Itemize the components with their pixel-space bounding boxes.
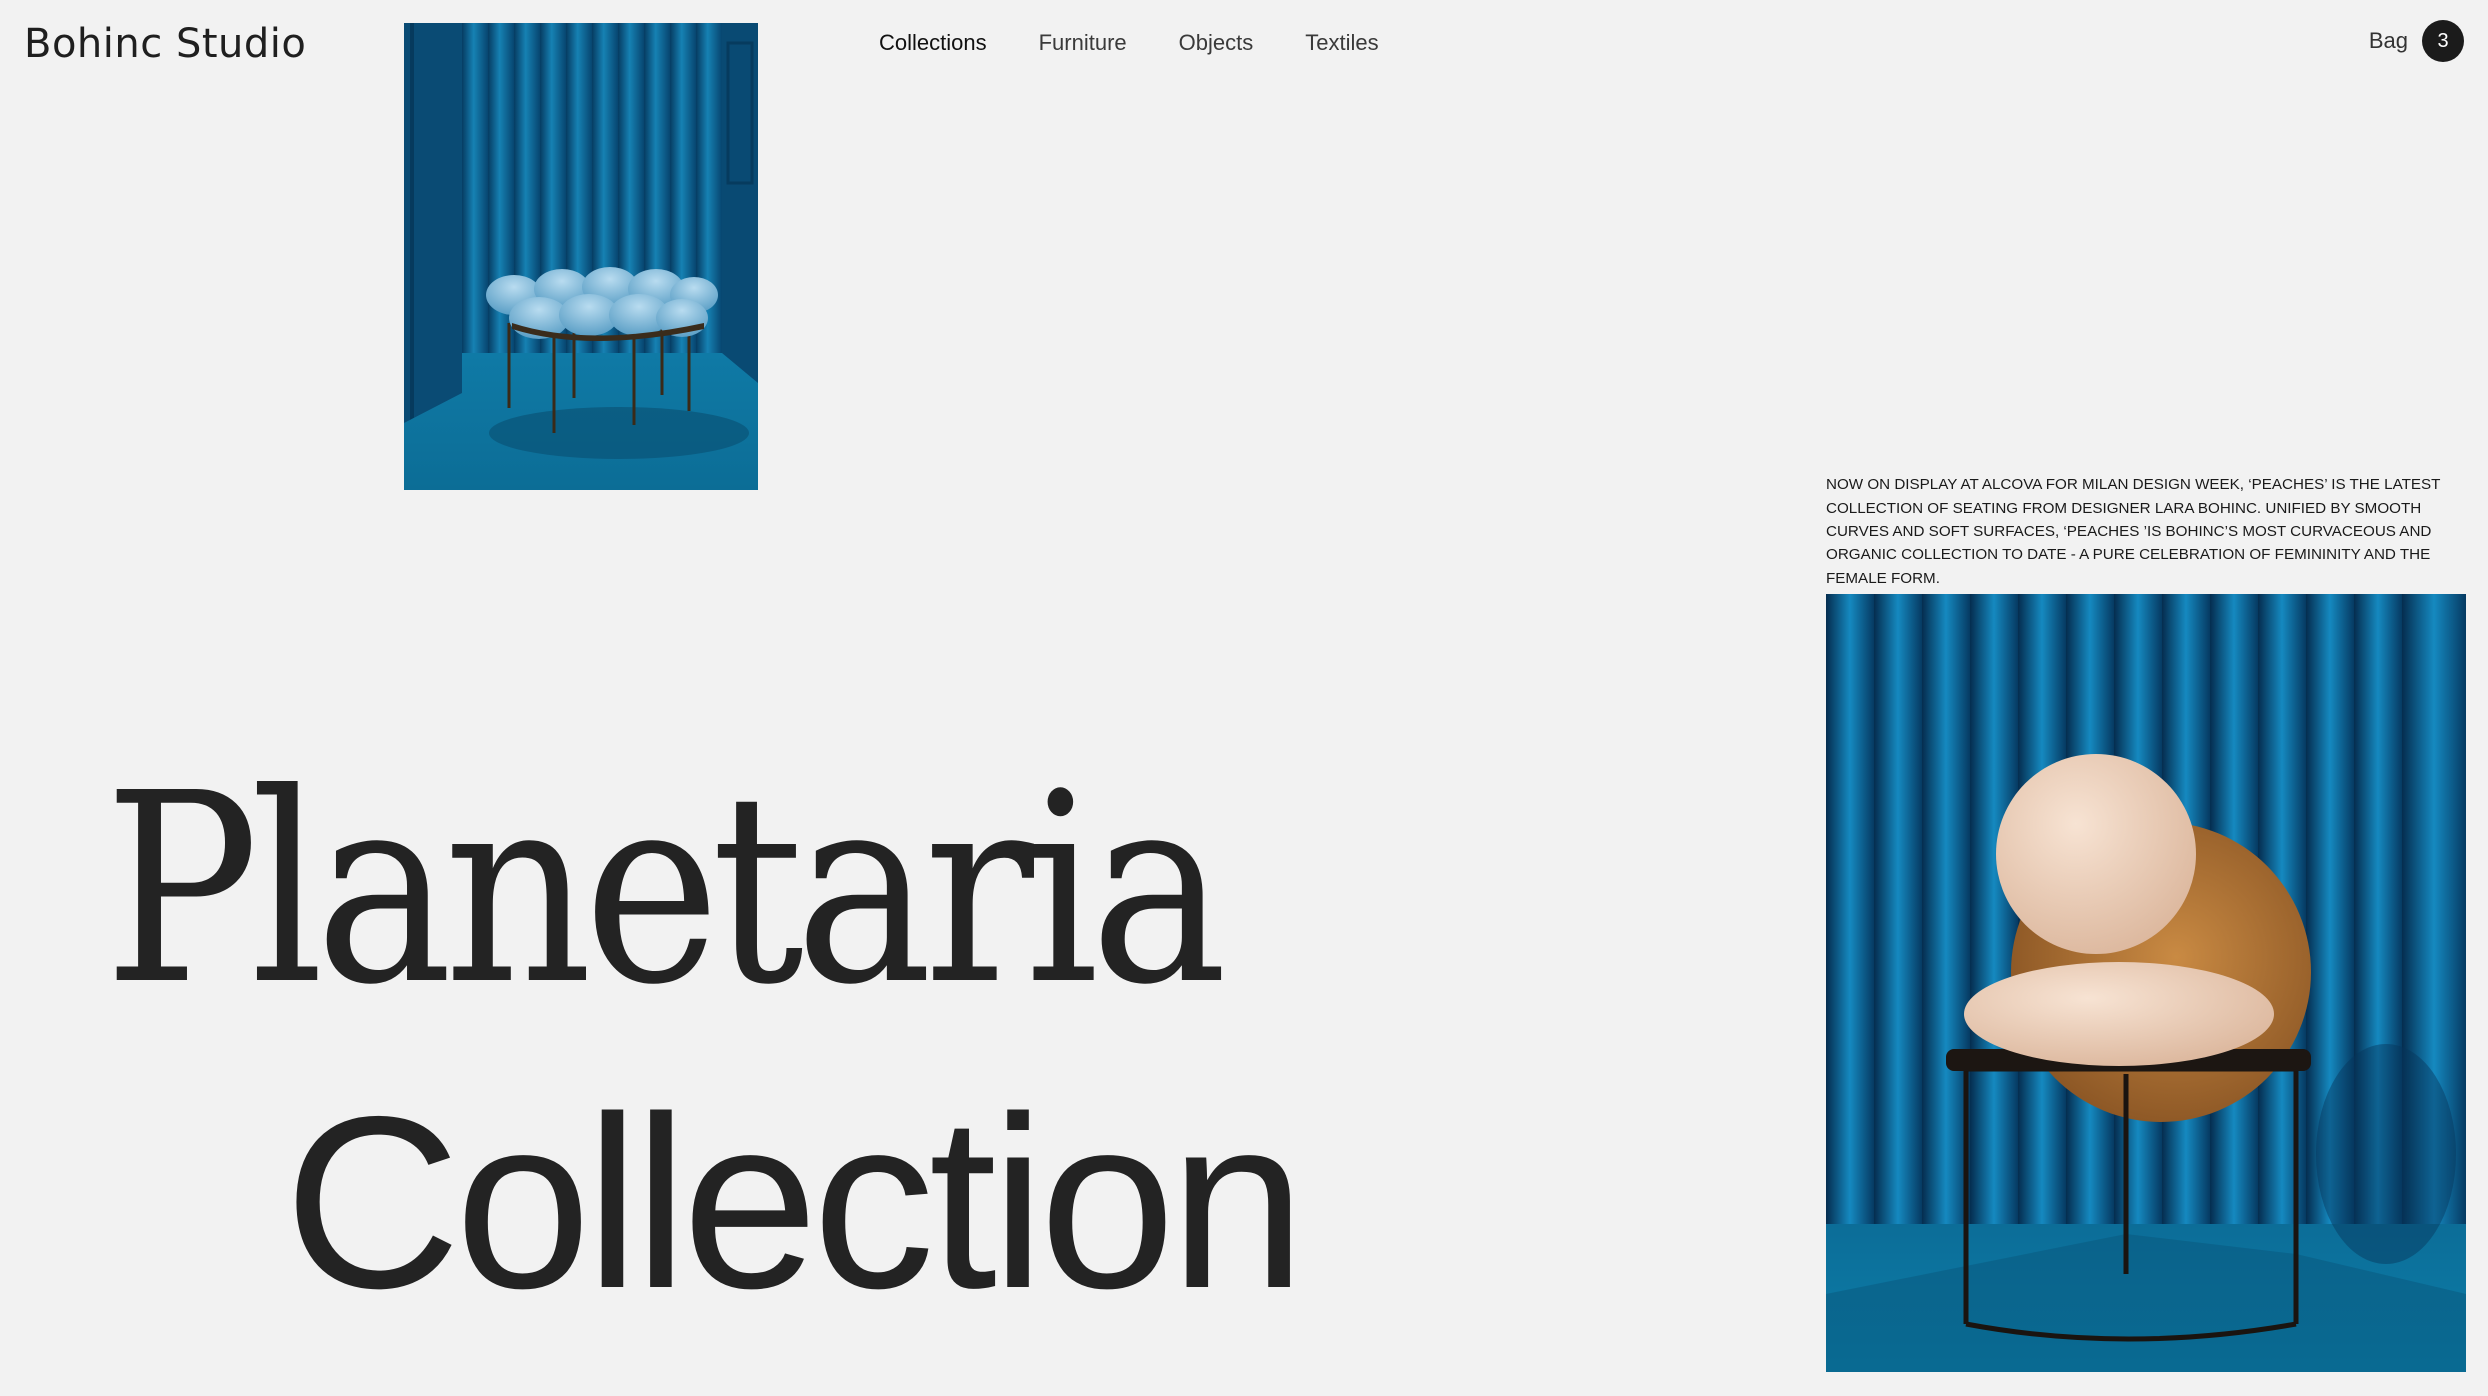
nav-item-collections[interactable]: Collections [879, 26, 987, 60]
bag-button[interactable]: Bag 3 [2369, 20, 2464, 62]
main-nav: Collections Furniture Objects Textiles [879, 26, 1379, 60]
nav-item-textiles[interactable]: Textiles [1305, 26, 1378, 60]
bench-product-image[interactable] [404, 23, 758, 490]
collection-description: Now on display at Alcova for Milan Desig… [1826, 476, 2441, 587]
brand-logo[interactable]: Bohinc Studio [24, 14, 306, 74]
hero-title-planetaria: Planetaria [104, 737, 1228, 1042]
hero-title-collection: Collection [284, 1065, 1306, 1339]
nav-item-furniture[interactable]: Furniture [1039, 26, 1127, 60]
peaches-chair-image[interactable] [1826, 594, 2466, 1372]
bag-count-badge: 3 [2422, 20, 2464, 62]
bag-label: Bag [2368, 28, 2408, 53]
nav-item-objects[interactable]: Objects [1179, 26, 1254, 60]
chair-illustration [1826, 594, 2466, 1372]
bench-illustration [404, 23, 758, 490]
